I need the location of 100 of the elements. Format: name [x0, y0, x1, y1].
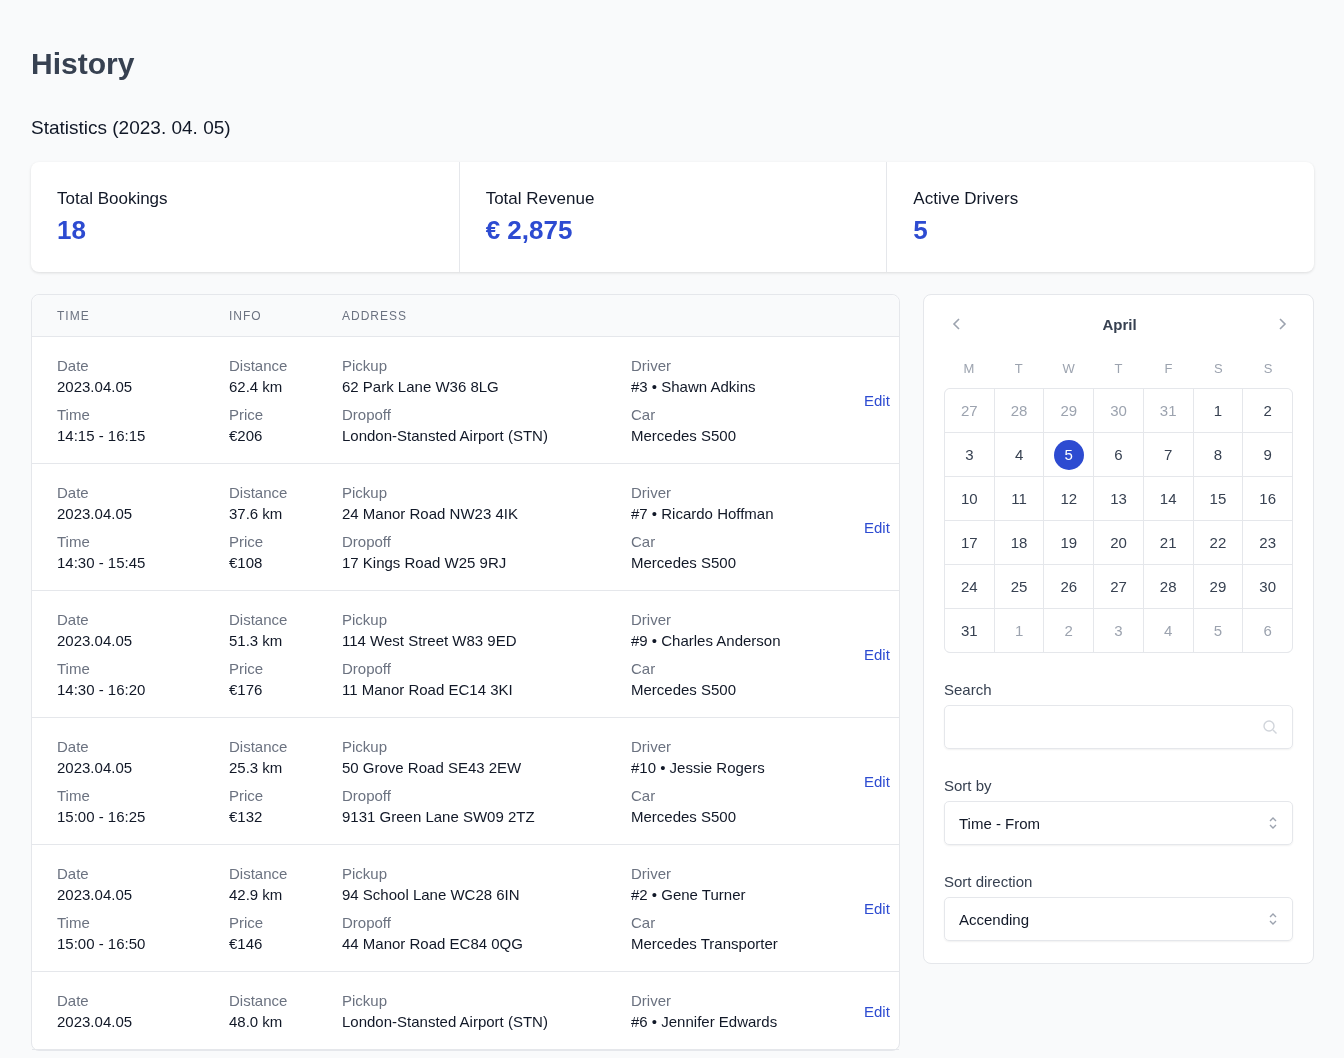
- field-label: Date: [57, 610, 89, 630]
- field-label: Driver: [631, 610, 671, 630]
- weekday-label: W: [1062, 361, 1075, 376]
- chevron-right-icon[interactable]: [1277, 317, 1287, 331]
- calendar-day[interactable]: 19: [1044, 521, 1094, 564]
- field-value: 17 Kings Road W25 9RJ: [342, 553, 507, 573]
- calendar-day[interactable]: 26: [1044, 565, 1094, 608]
- statistics-heading: Statistics (2023. 04. 05): [31, 116, 232, 140]
- field-label: Price: [229, 405, 264, 425]
- field-label: Car: [631, 913, 656, 933]
- stat-value: 18: [57, 215, 86, 246]
- calendar-day[interactable]: 27: [1094, 565, 1143, 608]
- calendar-day[interactable]: 6: [1094, 433, 1143, 476]
- calendar-day[interactable]: 18: [994, 521, 1044, 564]
- field-label: Car: [631, 532, 656, 552]
- field-label: Date: [57, 991, 89, 1011]
- calendar-day[interactable]: 4: [994, 433, 1044, 476]
- field-label: Pickup: [342, 737, 388, 757]
- column-header: ADDRESS: [342, 308, 408, 323]
- sort-direction-label: Sort direction: [944, 873, 1033, 890]
- field-label: Dropoff: [342, 532, 391, 552]
- calendar-day[interactable]: 30: [1243, 565, 1292, 608]
- field-value: 14:30 - 16:20: [57, 680, 146, 700]
- field-label: Dropoff: [342, 659, 391, 679]
- field-value: 24 Manor Road NW23 4IK: [342, 504, 518, 524]
- field-value: Mercedes S500: [631, 807, 737, 827]
- field-label: Pickup: [342, 991, 388, 1011]
- calendar-day[interactable]: 7: [1143, 433, 1193, 476]
- field-value: 15:00 - 16:50: [57, 934, 146, 954]
- weekday-label: S: [1213, 361, 1223, 376]
- edit-link[interactable]: Edit: [864, 773, 890, 790]
- sort-direction-select[interactable]: Accending: [944, 897, 1293, 941]
- field-value: €132: [229, 807, 263, 827]
- field-label: Distance: [229, 737, 288, 757]
- weekday-label: S: [1263, 361, 1273, 376]
- calendar-day[interactable]: 14: [1143, 477, 1193, 520]
- chevron-left-icon[interactable]: [952, 317, 962, 331]
- calendar-day[interactable]: 21: [1143, 521, 1193, 564]
- calendar-day[interactable]: 10: [945, 477, 994, 520]
- field-label: Car: [631, 786, 656, 806]
- field-label: Date: [57, 483, 89, 503]
- sort-by-label: Sort by: [944, 777, 992, 794]
- calendar-day[interactable]: 17: [945, 521, 994, 564]
- sort-by-select[interactable]: Time - From: [944, 801, 1293, 845]
- calendar-day[interactable]: 28: [1143, 565, 1193, 608]
- edit-link[interactable]: Edit: [864, 646, 890, 663]
- calendar-day[interactable]: 8: [1193, 433, 1243, 476]
- field-value: #3 • Shawn Adkins: [631, 377, 756, 397]
- field-value: 11 Manor Road EC14 3KI: [342, 680, 513, 700]
- field-label: Dropoff: [342, 405, 391, 425]
- stat-label: Total Bookings: [57, 189, 168, 209]
- field-value: €108: [229, 553, 263, 573]
- search-field[interactable]: [944, 705, 1293, 749]
- calendar-day[interactable]: 1: [1193, 389, 1243, 432]
- field-value: #7 • Ricardo Hoffman: [631, 504, 774, 524]
- field-label: Distance: [229, 610, 288, 630]
- edit-link[interactable]: Edit: [864, 1002, 890, 1020]
- field-label: Price: [229, 532, 264, 552]
- field-value: €176: [229, 680, 263, 700]
- field-value: 48.0 km: [229, 1012, 283, 1032]
- field-label: Time: [57, 659, 90, 679]
- edit-link[interactable]: Edit: [864, 392, 890, 409]
- calendar-day[interactable]: 13: [1094, 477, 1143, 520]
- field-value: 2023.04.05: [57, 631, 133, 651]
- field-label: Pickup: [342, 483, 388, 503]
- chevron-updown-icon: [1268, 911, 1278, 927]
- field-value: 2023.04.05: [57, 504, 133, 524]
- field-value: €146: [229, 934, 263, 954]
- edit-link[interactable]: Edit: [864, 900, 890, 917]
- weekday-label: T: [1014, 361, 1023, 376]
- calendar-day[interactable]: 15: [1193, 477, 1243, 520]
- field-value: London-Stansted Airport (STN): [342, 426, 548, 446]
- calendar-day[interactable]: 12: [1044, 477, 1094, 520]
- calendar-day[interactable]: 22: [1193, 521, 1243, 564]
- calendar-day[interactable]: 3: [945, 433, 994, 476]
- field-value: #2 • Gene Turner: [631, 885, 746, 905]
- calendar-day[interactable]: 2: [1243, 389, 1292, 432]
- month-title: April: [1102, 315, 1137, 333]
- calendar-day[interactable]: 9: [1243, 433, 1292, 476]
- field-label: Dropoff: [342, 786, 391, 806]
- calendar-day[interactable]: 16: [1243, 477, 1292, 520]
- field-label: Car: [631, 405, 656, 425]
- calendar-day[interactable]: 24: [945, 565, 994, 608]
- field-value: 42.9 km: [229, 885, 283, 905]
- field-label: Driver: [631, 356, 671, 376]
- calendar-day[interactable]: 5: [1044, 433, 1094, 476]
- field-label: Time: [57, 913, 90, 933]
- calendar-day[interactable]: 29: [1193, 565, 1243, 608]
- field-label: Price: [229, 913, 264, 933]
- calendar-day[interactable]: 25: [994, 565, 1044, 608]
- calendar-day[interactable]: 11: [994, 477, 1044, 520]
- field-value: 14:15 - 16:15: [57, 426, 146, 446]
- stat-label: Active Drivers: [913, 189, 1019, 209]
- field-label: Driver: [631, 483, 671, 503]
- calendar-day[interactable]: 23: [1243, 521, 1292, 564]
- field-value: €206: [229, 426, 263, 446]
- calendar-day[interactable]: 20: [1094, 521, 1143, 564]
- edit-link[interactable]: Edit: [864, 519, 890, 536]
- field-value: 2023.04.05: [57, 377, 133, 397]
- calendar-day[interactable]: 31: [945, 609, 994, 652]
